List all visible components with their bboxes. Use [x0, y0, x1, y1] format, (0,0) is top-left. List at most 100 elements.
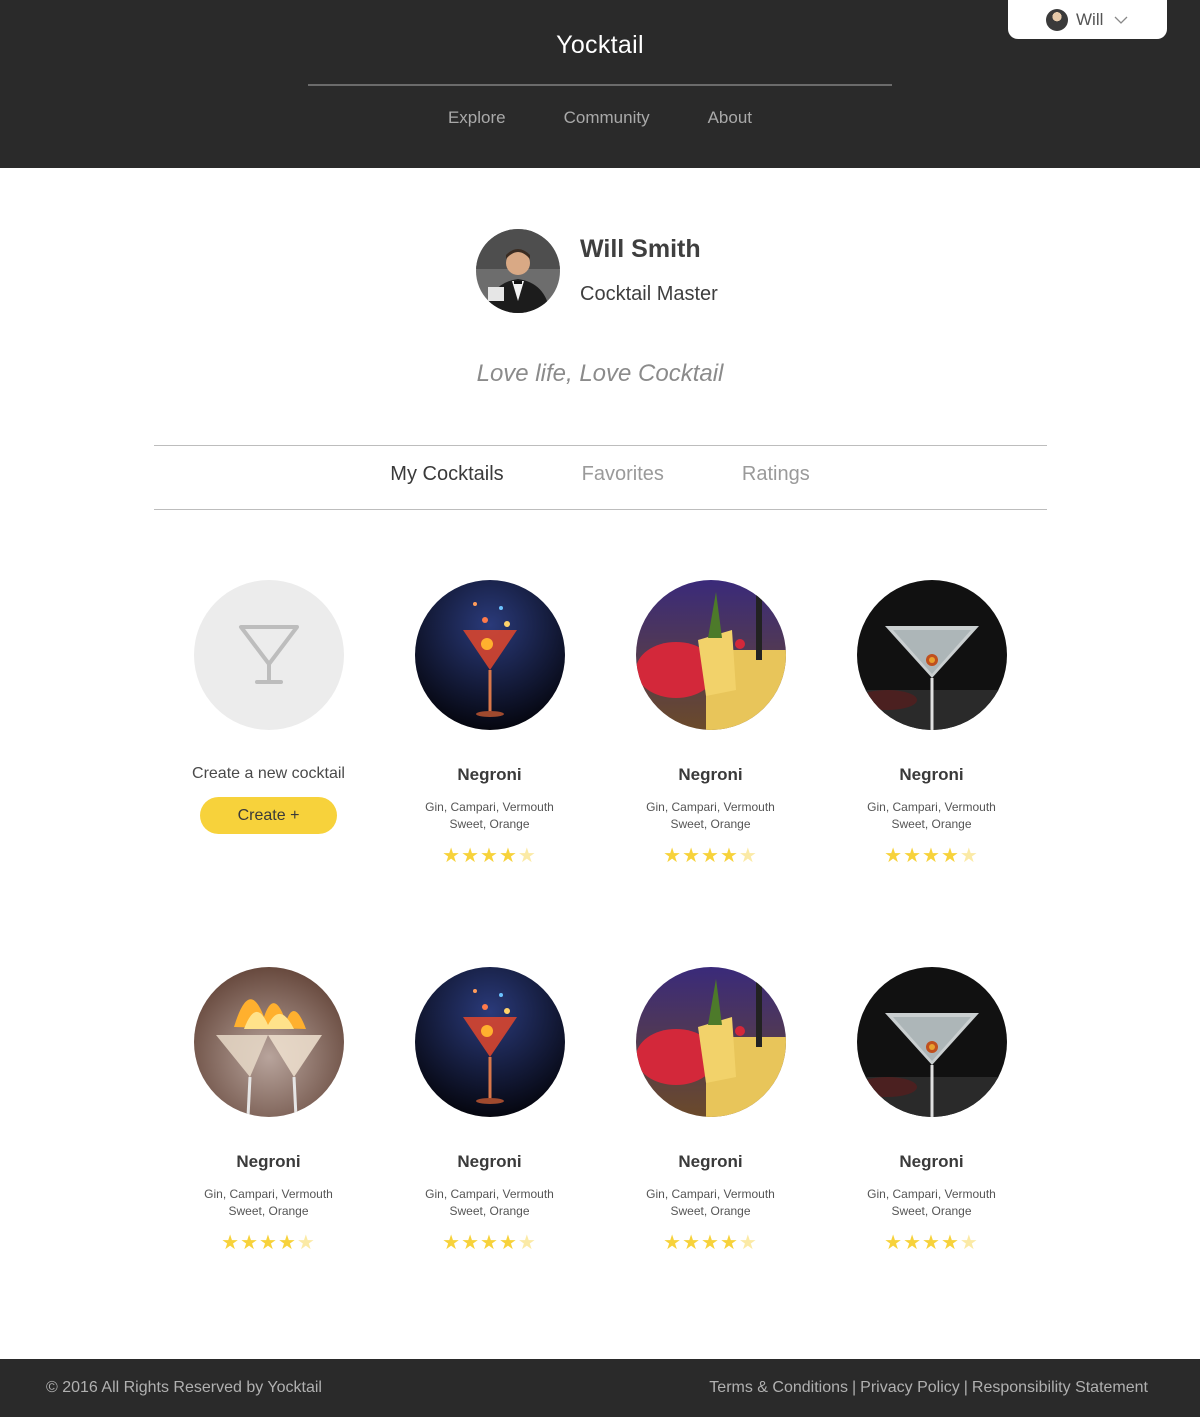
cocktail-ingredients: Gin, Campari, Vermouth Sweet, Orange: [158, 1186, 379, 1220]
star-filled-icon: ★: [442, 845, 462, 867]
nav-about[interactable]: About: [708, 108, 752, 128]
star-empty-icon: ★: [959, 1232, 979, 1254]
cocktail-ingredients: Gin, Campari, Vermouth Sweet, Orange: [379, 799, 600, 833]
cocktail-photo[interactable]: [414, 967, 565, 1117]
star-filled-icon: ★: [442, 1232, 462, 1254]
tabs-top-divider: [154, 445, 1047, 446]
cocktail-card[interactable]: Negroni Gin, Campari, Vermouth Sweet, Oran…: [821, 967, 1042, 1255]
ingredients-line: Gin, Campari, Vermouth: [425, 800, 554, 814]
profile-tabs: My Cocktails Favorites Ratings: [0, 463, 1200, 486]
star-rating: ★★★★★: [600, 843, 821, 868]
star-filled-icon: ★: [922, 1232, 941, 1254]
cocktail-name[interactable]: Negroni: [600, 1152, 821, 1172]
tab-ratings[interactable]: Ratings: [742, 463, 810, 486]
chevron-down-icon: [1114, 16, 1128, 24]
responsibility-link[interactable]: Responsibility Statement: [972, 1379, 1148, 1396]
ingredients-line: Gin, Campari, Vermouth: [204, 1187, 333, 1201]
ingredients-line: Sweet, Orange: [228, 1204, 309, 1218]
cocktail-name[interactable]: Negroni: [158, 1152, 379, 1172]
cocktail-photo[interactable]: [635, 580, 786, 730]
star-filled-icon: ★: [240, 1232, 260, 1254]
star-filled-icon: ★: [259, 1232, 278, 1254]
star-filled-icon: ★: [682, 1232, 702, 1254]
star-filled-icon: ★: [221, 1232, 241, 1254]
footer-links: Terms & Conditions | Privacy Policy | Respon…: [709, 1379, 1148, 1397]
footer-separator: |: [963, 1379, 968, 1396]
star-filled-icon: ★: [719, 845, 739, 867]
cocktail-card[interactable]: Negroni Gin, Campari, Vermouth Sweet, Oran…: [379, 967, 600, 1255]
cocktail-ingredients: Gin, Campari, Vermouth Sweet, Orange: [379, 1186, 600, 1220]
star-rating: ★★★★★: [158, 1230, 379, 1255]
cocktail-ingredients: Gin, Campari, Vermouth Sweet, Orange: [600, 1186, 821, 1220]
star-empty-icon: ★: [738, 845, 758, 867]
user-menu-dropdown[interactable]: Will: [1008, 0, 1167, 39]
create-cocktail-label: Create a new cocktail: [192, 765, 345, 782]
ingredients-line: Sweet, Orange: [449, 817, 530, 831]
star-filled-icon: ★: [701, 1232, 720, 1254]
ingredients-line: Gin, Campari, Vermouth: [646, 1187, 775, 1201]
profile-motto: Love life, Love Cocktail: [476, 360, 724, 387]
star-filled-icon: ★: [903, 845, 923, 867]
terms-link[interactable]: Terms & Conditions: [709, 1379, 848, 1396]
star-rating: ★★★★★: [600, 1230, 821, 1255]
star-empty-icon: ★: [296, 1232, 316, 1254]
create-cocktail-placeholder[interactable]: [193, 580, 344, 730]
profile-avatar: [476, 229, 560, 313]
user-avatar: [1046, 8, 1068, 31]
star-filled-icon: ★: [940, 1232, 960, 1254]
star-filled-icon: ★: [480, 845, 499, 867]
star-filled-icon: ★: [922, 845, 941, 867]
ingredients-line: Sweet, Orange: [670, 817, 751, 831]
cocktail-name[interactable]: Negroni: [821, 765, 1042, 785]
star-filled-icon: ★: [663, 845, 683, 867]
ingredients-line: Gin, Campari, Vermouth: [867, 800, 996, 814]
star-filled-icon: ★: [884, 845, 904, 867]
star-filled-icon: ★: [719, 1232, 739, 1254]
star-filled-icon: ★: [701, 845, 720, 867]
cocktail-name[interactable]: Negroni: [379, 765, 600, 785]
profile-role: Cocktail Master: [580, 283, 718, 305]
cocktail-card[interactable]: Negroni Gin, Campari, Vermouth Sweet, Oran…: [379, 580, 600, 868]
star-empty-icon: ★: [959, 845, 979, 867]
nav-explore[interactable]: Explore: [448, 108, 506, 128]
privacy-link[interactable]: Privacy Policy: [860, 1379, 960, 1396]
cocktail-photo[interactable]: [856, 967, 1007, 1117]
cocktail-photo[interactable]: [414, 580, 565, 730]
star-filled-icon: ★: [884, 1232, 904, 1254]
star-filled-icon: ★: [498, 1232, 518, 1254]
main-nav: Explore Community About: [0, 108, 1200, 128]
footer-separator: |: [852, 1379, 857, 1396]
cocktail-photo[interactable]: [856, 580, 1007, 730]
star-filled-icon: ★: [461, 845, 481, 867]
profile-header: Will Smith Cocktail Master: [476, 229, 776, 313]
star-rating: ★★★★★: [821, 843, 1042, 868]
site-footer: © 2016 All Rights Reserved by Yocktail T…: [0, 1359, 1200, 1417]
cocktail-photo[interactable]: [193, 967, 344, 1117]
site-header: Yocktail Explore Community About Will: [0, 0, 1200, 168]
create-cocktail-card: Create a new cocktail Create +: [158, 580, 379, 834]
tabs-bottom-divider: [154, 509, 1047, 510]
cocktail-card[interactable]: Negroni Gin, Campari, Vermouth Sweet, Oran…: [158, 967, 379, 1255]
ingredients-line: Sweet, Orange: [449, 1204, 530, 1218]
cocktail-card[interactable]: Negroni Gin, Campari, Vermouth Sweet, Oran…: [600, 967, 821, 1255]
star-rating: ★★★★★: [821, 1230, 1042, 1255]
star-filled-icon: ★: [461, 1232, 481, 1254]
cocktail-photo[interactable]: [635, 967, 786, 1117]
ingredients-line: Gin, Campari, Vermouth: [425, 1187, 554, 1201]
create-button[interactable]: Create +: [200, 797, 337, 834]
cocktail-name[interactable]: Negroni: [821, 1152, 1042, 1172]
cocktail-name[interactable]: Negroni: [600, 765, 821, 785]
cocktail-ingredients: Gin, Campari, Vermouth Sweet, Orange: [821, 799, 1042, 833]
cocktail-card[interactable]: Negroni Gin, Campari, Vermouth Sweet, Oran…: [600, 580, 821, 868]
nav-community[interactable]: Community: [564, 108, 650, 128]
star-empty-icon: ★: [517, 845, 537, 867]
cocktail-ingredients: Gin, Campari, Vermouth Sweet, Orange: [600, 799, 821, 833]
tab-favorites[interactable]: Favorites: [582, 463, 664, 486]
star-filled-icon: ★: [903, 1232, 923, 1254]
cocktail-name[interactable]: Negroni: [379, 1152, 600, 1172]
cocktail-card[interactable]: Negroni Gin, Campari, Vermouth Sweet, Oran…: [821, 580, 1042, 868]
ingredients-line: Gin, Campari, Vermouth: [867, 1187, 996, 1201]
martini-glass-icon: [238, 625, 299, 684]
star-filled-icon: ★: [940, 845, 960, 867]
tab-my-cocktails[interactable]: My Cocktails: [390, 463, 503, 486]
